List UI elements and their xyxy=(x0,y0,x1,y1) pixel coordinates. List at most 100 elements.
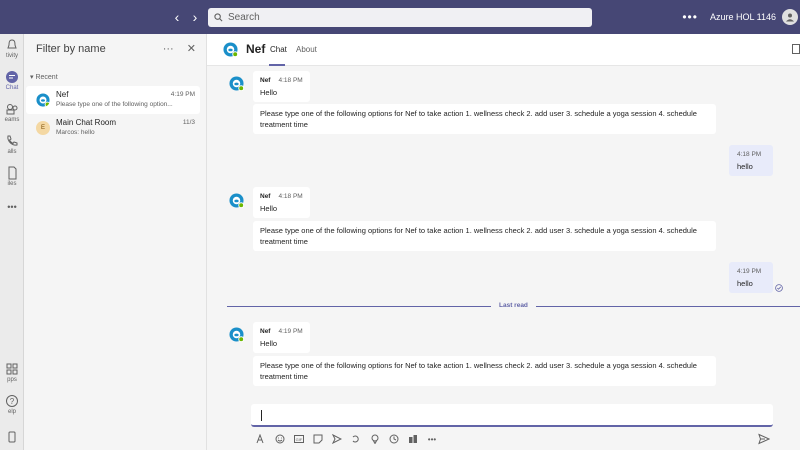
chat-preview: Please type one of the following option.… xyxy=(56,101,173,108)
list-more-icon[interactable]: ··· xyxy=(163,43,174,55)
conversation-pane: Nef Chat About Nef 4:18 PM Hello Please t… xyxy=(207,34,800,450)
rail-teams[interactable]: eams xyxy=(0,102,24,123)
message-time: 4:18 PM xyxy=(278,77,303,84)
rail-label: Chat xyxy=(5,85,19,91)
help-icon: ? xyxy=(6,395,18,407)
my-message-bubble[interactable]: 4:18 PM hello xyxy=(729,145,773,176)
profile-avatar[interactable] xyxy=(782,9,798,25)
app-rail: tivity Chat eams alls iles ••• pps ? elp xyxy=(0,34,24,450)
schedule-icon[interactable] xyxy=(389,434,399,444)
message-time: 4:18 PM xyxy=(278,193,303,200)
message-bubble[interactable]: Please type one of the following options… xyxy=(253,221,716,251)
person-icon xyxy=(786,13,794,22)
chat-name: Nef xyxy=(56,90,69,99)
message-text: Hello xyxy=(260,204,278,213)
more-options-icon[interactable]: ••• xyxy=(427,434,437,444)
avatar-letter: E xyxy=(40,125,45,131)
more-icon: ••• xyxy=(7,202,17,212)
recent-label: Recent xyxy=(35,74,58,81)
tab-chat[interactable]: Chat xyxy=(270,45,287,54)
bell-icon xyxy=(7,39,17,49)
send-button[interactable] xyxy=(758,432,771,450)
rail-chat[interactable]: Chat xyxy=(0,70,24,91)
rail-calls[interactable]: alls xyxy=(0,134,24,155)
last-read-label: Last read xyxy=(491,302,536,309)
rail-device[interactable] xyxy=(0,430,24,445)
sender-name: Nef xyxy=(260,193,271,200)
praise-icon[interactable] xyxy=(370,434,380,444)
apps-icon xyxy=(6,363,18,375)
rail-label: alls xyxy=(7,149,17,155)
search-placeholder: Search xyxy=(228,12,260,23)
filter-input[interactable]: Filter by name xyxy=(36,43,106,55)
rail-apps[interactable]: pps xyxy=(0,362,24,383)
rail-help[interactable]: ? elp xyxy=(0,394,24,415)
popout-icon[interactable] xyxy=(792,44,800,54)
emoji-icon[interactable] xyxy=(275,434,285,444)
message-text: hello xyxy=(737,162,753,171)
message-text: Please type one of the following options… xyxy=(260,361,697,381)
phone-icon xyxy=(7,135,18,146)
compose-toolbar: GIF ••• xyxy=(256,433,437,445)
rail-activity[interactable]: tivity xyxy=(0,38,24,59)
bot-avatar-icon xyxy=(229,327,244,342)
search-input[interactable]: Search xyxy=(208,8,592,27)
message-bubble[interactable]: Nef 4:19 PM Hello xyxy=(253,322,310,353)
org-name[interactable]: Azure HOL 1146 xyxy=(710,12,776,22)
rail-more[interactable]: ••• xyxy=(0,202,24,212)
my-message-bubble[interactable]: 4:19 PM hello xyxy=(729,262,773,293)
sticker-icon[interactable] xyxy=(313,434,323,444)
chat-preview: Marcos: hello xyxy=(56,129,95,136)
sender-name: Nef xyxy=(260,77,271,84)
tab-about[interactable]: About xyxy=(296,45,317,54)
message-text: Please type one of the following options… xyxy=(260,109,697,129)
chat-list-pane: Filter by name ··· ✕ ▾ Recent Nef Please… xyxy=(24,34,207,450)
conversation-title: Nef xyxy=(246,42,266,56)
send-later-icon[interactable] xyxy=(332,434,342,444)
message-text: hello xyxy=(737,279,753,288)
teams-icon xyxy=(6,104,18,115)
group-avatar-icon: E xyxy=(36,121,50,135)
chat-item-main-room[interactable]: E Main Chat Room Marcos: hello 11/3 xyxy=(26,114,200,142)
search-icon xyxy=(214,13,223,22)
rail-files[interactable]: iles xyxy=(0,166,24,187)
active-tab-indicator xyxy=(269,64,285,66)
chat-time: 4:19 PM xyxy=(170,91,195,98)
message-text: Hello xyxy=(260,88,278,97)
chat-icon xyxy=(6,71,18,83)
rail-label: iles xyxy=(7,181,17,187)
forward-arrow-icon[interactable]: › xyxy=(186,9,204,25)
svg-text:GIF: GIF xyxy=(296,437,303,442)
bot-avatar-icon xyxy=(223,42,238,57)
message-time: 4:18 PM xyxy=(737,151,762,158)
message-bubble[interactable]: Please type one of the following options… xyxy=(253,356,716,386)
seen-check-icon xyxy=(775,284,783,292)
message-text: Please type one of the following options… xyxy=(260,226,697,246)
title-bar: ‹ › Search ••• Azure HOL 1146 xyxy=(0,0,800,34)
app-icon[interactable] xyxy=(408,434,418,444)
message-time: 4:19 PM xyxy=(737,268,762,275)
message-bubble[interactable]: Nef 4:18 PM Hello xyxy=(253,71,310,102)
gif-icon[interactable]: GIF xyxy=(294,434,304,444)
bot-avatar-icon xyxy=(36,93,50,107)
chat-name: Main Chat Room xyxy=(56,118,117,127)
loop-icon[interactable] xyxy=(351,434,361,444)
message-bubble[interactable]: Please type one of the following options… xyxy=(253,104,716,134)
file-icon xyxy=(8,166,17,180)
chat-item-nef[interactable]: Nef Please type one of the following opt… xyxy=(26,86,200,114)
conversation-header: Nef Chat About xyxy=(207,34,800,66)
recent-section-header[interactable]: ▾ Recent xyxy=(24,64,206,86)
settings-more-icon[interactable]: ••• xyxy=(682,10,698,24)
device-icon xyxy=(8,431,16,443)
message-bubble[interactable]: Nef 4:18 PM Hello xyxy=(253,187,310,218)
compose-box[interactable] xyxy=(251,404,773,427)
svg-text:?: ? xyxy=(10,397,15,406)
back-arrow-icon[interactable]: ‹ xyxy=(168,9,186,25)
format-icon[interactable] xyxy=(256,434,266,444)
history-nav: ‹ › xyxy=(168,9,204,25)
sender-name: Nef xyxy=(260,328,271,335)
rail-label: eams xyxy=(4,117,20,123)
rail-label: pps xyxy=(7,377,17,383)
close-icon[interactable]: ✕ xyxy=(187,43,196,55)
message-time: 4:19 PM xyxy=(278,328,303,335)
